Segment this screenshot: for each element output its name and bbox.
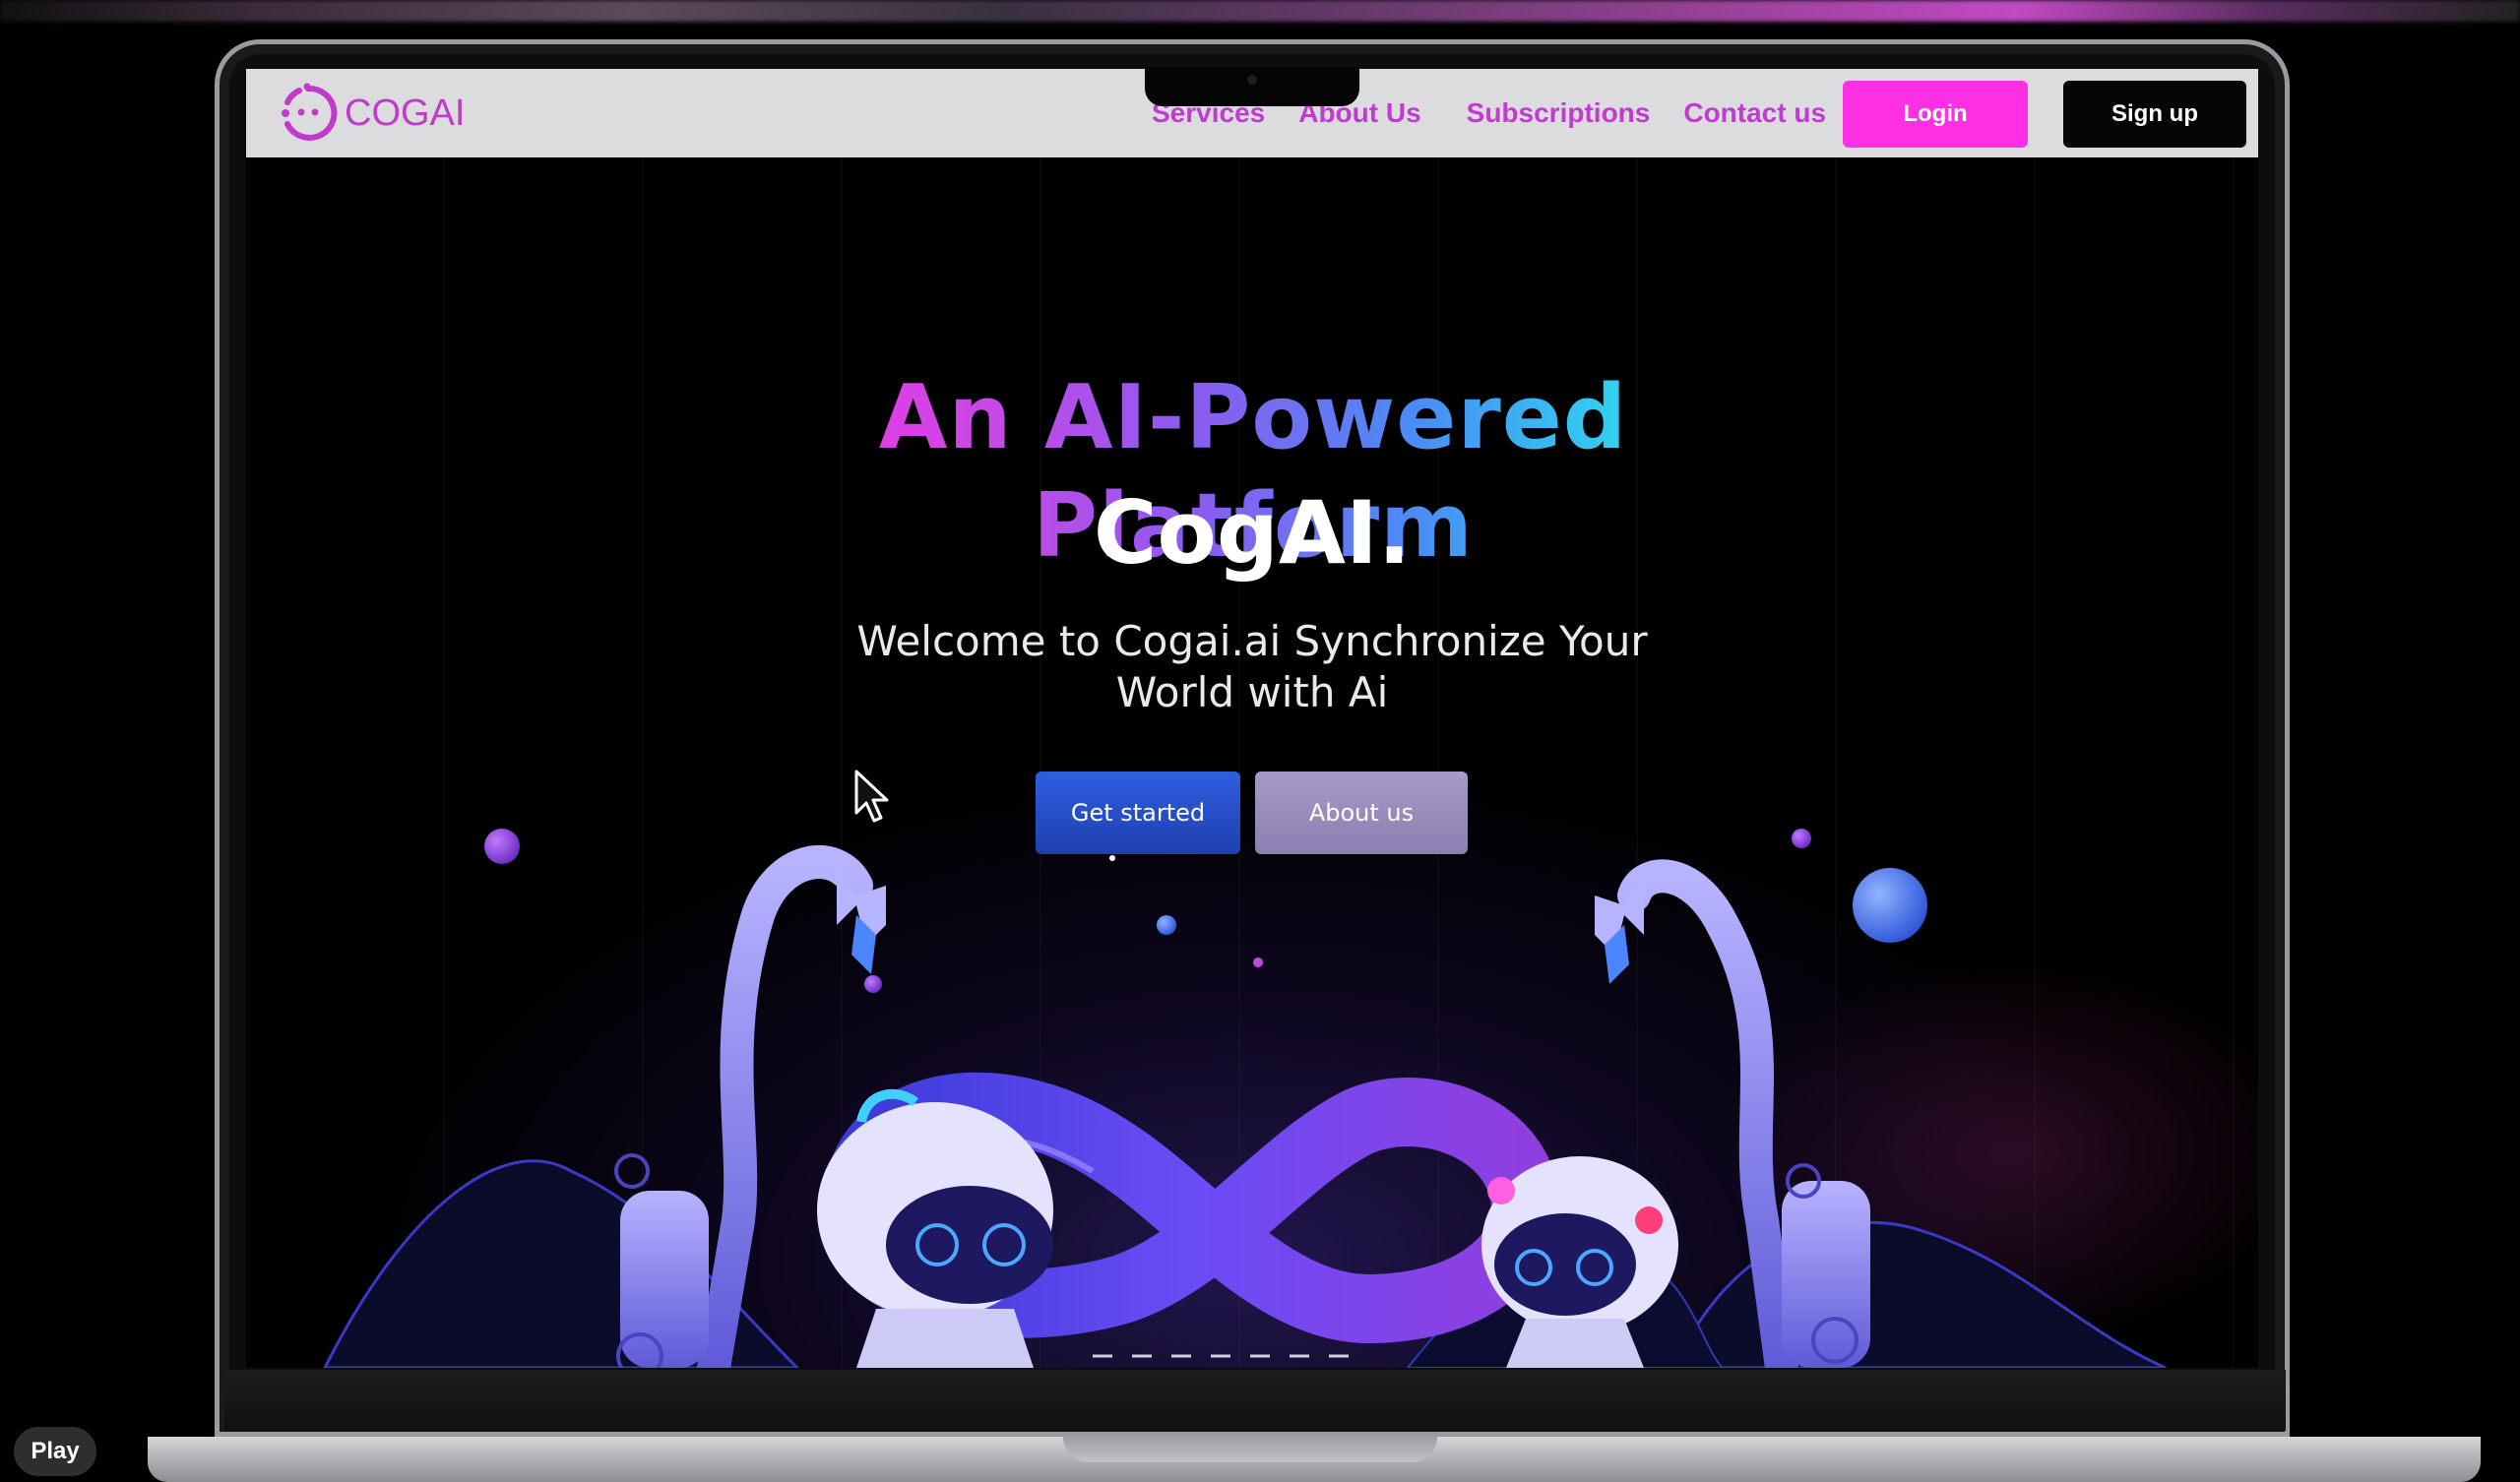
nav-link-subscriptions[interactable]: Subscriptions — [1467, 97, 1651, 129]
get-started-button[interactable]: Get started — [1036, 772, 1240, 854]
site-logo[interactable]: COGAI — [278, 83, 465, 144]
nav-link-contact-us[interactable]: Contact us — [1683, 97, 1826, 129]
mouse-pointer-icon — [854, 770, 889, 823]
laptop-screen: COGAI Services About Us Subscriptions Co… — [246, 69, 2258, 1368]
hero-brand-name: CogAI. — [1093, 482, 1412, 584]
play-button[interactable]: Play — [14, 1427, 96, 1476]
camera-notch — [1145, 67, 1359, 106]
hero-tagline: Welcome to Cogai.ai Synchronize Your Wor… — [856, 617, 1648, 716]
logo-text: COGAI — [345, 92, 466, 134]
robots-illustration — [323, 797, 2167, 1368]
about-us-button[interactable]: About us — [1255, 772, 1468, 854]
camera-icon — [1247, 75, 1257, 85]
top-blur-strip — [0, 0, 2520, 22]
laptop-bottom-bezel — [224, 1370, 2286, 1431]
laptop-base-notch — [1063, 1437, 1437, 1462]
login-button[interactable]: Login — [1843, 81, 2028, 148]
cogai-logo-icon — [282, 83, 338, 141]
hero-headline-wrap: An AI-Powered Platform — [717, 364, 1790, 578]
signup-button[interactable]: Sign up — [2063, 81, 2246, 148]
video-frame: COGAI Services About Us Subscriptions Co… — [0, 0, 2520, 1482]
